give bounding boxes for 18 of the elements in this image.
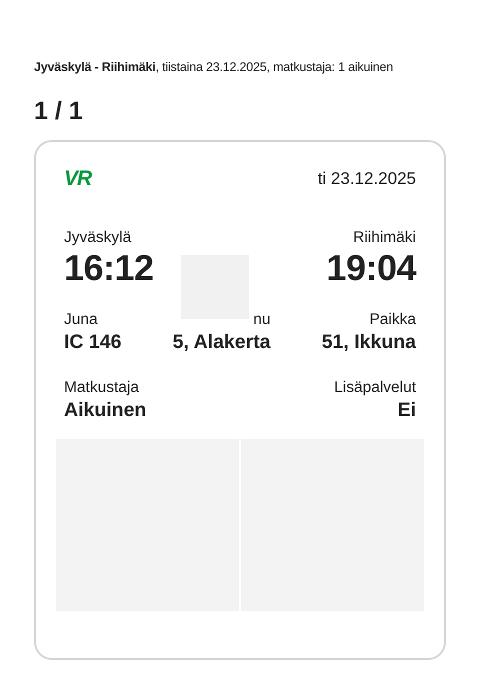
travel-date: ti 23.12.2025 (318, 168, 416, 190)
field-value: 5, Alakerta (172, 330, 271, 356)
logo: VR (64, 168, 92, 189)
field-label: Juna (64, 311, 99, 330)
field-label: Paikka (368, 311, 416, 330)
field-value: Aikuinen (64, 398, 146, 423)
ticket-counter: 1 / 1 (34, 98, 84, 124)
field-label: Matkustaja (64, 379, 140, 398)
arrival-time: 19:04 (326, 248, 416, 288)
field-label: Lisäpalvelut (334, 379, 416, 398)
field-value: IC 146 (64, 330, 122, 356)
field-value: Ei (396, 398, 416, 423)
arrival-station: Riihimäki (352, 229, 416, 248)
field-value: 51, Ikkuna (322, 330, 416, 356)
field-label: nu (252, 311, 271, 330)
departure-station: Jyväskylä (64, 229, 132, 248)
trip-summary: Jyväskylä - Riihimäki, tiistaina 23.12.2025, matkustaja: 1 aikuinen (34, 59, 394, 76)
departure-time: 16:12 (64, 248, 154, 288)
